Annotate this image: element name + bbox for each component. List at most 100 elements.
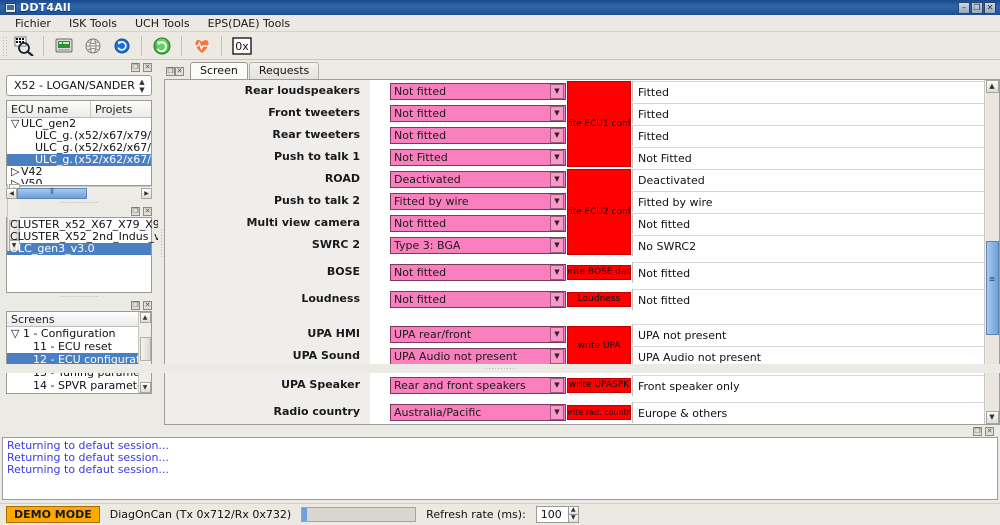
ecu-globe-icon[interactable] xyxy=(80,34,105,58)
write-ecu2-config-button[interactable]: write ECU2 config xyxy=(567,169,631,255)
scroll-right-icon[interactable]: ▶ xyxy=(141,187,152,199)
toolbar-separator-2 xyxy=(141,35,142,56)
search-ecu-icon[interactable] xyxy=(11,34,36,58)
tab-screen[interactable]: Screen xyxy=(190,62,248,79)
ecu-list[interactable]: ECU name Projets ▽ ULC_gen2 ULC_g... (x5… xyxy=(6,100,152,251)
menu-item-isk-tools[interactable]: ISK Tools xyxy=(60,16,126,31)
table-row[interactable]: ▷ V50 xyxy=(7,178,151,184)
float-panel-icon[interactable]: ❐ xyxy=(973,426,982,436)
chevron-down-icon[interactable]: ▼ xyxy=(550,193,564,209)
chevron-down-icon[interactable]: ▼ xyxy=(550,237,564,253)
refresh-blue-icon[interactable] xyxy=(109,34,134,58)
ecu-list-hscrollbar[interactable]: ◀ ▶ xyxy=(6,186,152,199)
select-front-tweeters[interactable]: Not fitted ▼ xyxy=(390,104,566,122)
sidebar-item-map-selection[interactable]: 15 - Map selection xyxy=(7,392,138,393)
select-push-to-talk-1[interactable]: Not Fitted ▼ xyxy=(390,148,566,166)
scroll-down-icon[interactable]: ▼ xyxy=(139,382,151,393)
connect-green-icon[interactable] xyxy=(149,34,174,58)
ecu-screen-icon[interactable] xyxy=(51,34,76,58)
chevron-down-icon[interactable]: ▼ xyxy=(550,127,564,143)
chevron-down-icon[interactable]: ▼ xyxy=(550,264,564,280)
app-window-icon xyxy=(5,2,16,13)
float-panel-icon[interactable]: ❐ xyxy=(131,206,140,216)
expander-icon[interactable]: ▽ xyxy=(11,118,21,130)
refresh-rate-stepper[interactable]: 100 ▲ ▼ xyxy=(535,506,579,523)
hscroll-thumb[interactable] xyxy=(17,187,87,199)
table-row[interactable]: ULC_g... (x52/x62/x67/ xyxy=(7,154,151,166)
close-panel-icon[interactable]: ✕ xyxy=(143,300,152,310)
select-loudness[interactable]: Not fitted ▼ xyxy=(390,290,566,308)
restore-button[interactable]: ❐ xyxy=(971,1,983,14)
chevron-down-icon[interactable]: ▼ xyxy=(550,215,564,231)
vehicle-select[interactable]: X52 - LOGAN/SANDERO II ▲▼ xyxy=(6,75,152,96)
refresh-rate-input[interactable]: 100 xyxy=(535,506,568,523)
scroll-thumb[interactable] xyxy=(985,241,999,335)
expander-icon[interactable]: ▽ xyxy=(11,327,19,340)
tab-requests[interactable]: Requests xyxy=(248,62,320,79)
select-upa-sound[interactable]: UPA Audio not present ▼ xyxy=(390,347,566,365)
sidebar-item-spvr-parameters[interactable]: 14 - SPVR parameters xyxy=(7,379,138,392)
horizontal-splitter[interactable] xyxy=(0,364,1000,373)
write-upaspk-button[interactable]: write UPASPK xyxy=(567,377,631,393)
float-panel-icon[interactable]: ❐ xyxy=(131,300,140,310)
select-swrc-2[interactable]: Type 3: BGA ▼ xyxy=(390,236,566,254)
minimize-button[interactable]: – xyxy=(958,1,970,14)
close-panel-icon[interactable]: ✕ xyxy=(143,62,152,72)
select-multi-view-camera[interactable]: Not fitted ▼ xyxy=(390,214,566,232)
menu-item-eps-dae-tools[interactable]: EPS(DAE) Tools xyxy=(199,16,300,31)
hex-icon[interactable]: 0x xyxy=(229,34,254,58)
scroll-up-icon[interactable]: ▲ xyxy=(985,80,999,93)
expander-icon[interactable]: ▷ xyxy=(11,178,21,184)
stepper-up-icon[interactable]: ▲ xyxy=(567,506,579,514)
scroll-thumb[interactable] xyxy=(139,337,151,361)
chevron-down-icon[interactable]: ▼ xyxy=(550,149,564,165)
close-panel-icon[interactable]: ✕ xyxy=(175,67,184,76)
scroll-left-icon[interactable]: ◀ xyxy=(6,187,17,199)
select-bose[interactable]: Not fitted ▼ xyxy=(390,263,566,281)
write-loudness-button[interactable]: Loudness xyxy=(567,291,631,307)
select-radio-country[interactable]: Australia/Pacific ▼ xyxy=(390,403,566,421)
chevron-down-icon[interactable]: ▼ xyxy=(550,291,564,307)
close-panel-icon[interactable]: ✕ xyxy=(985,426,994,436)
select-upa-speaker[interactable]: Rear and front speakers ▼ xyxy=(390,376,566,394)
table-row[interactable]: ▷ V42 xyxy=(7,166,151,178)
sidebar-item-configuration[interactable]: ▽ 1 - Configuration xyxy=(7,327,138,340)
log-output[interactable]: Returning to defaut session... Returning… xyxy=(2,437,998,500)
chevron-down-icon[interactable]: ▼ xyxy=(550,105,564,121)
menu-item-fichier[interactable]: Fichier xyxy=(6,16,60,31)
chevron-down-icon[interactable]: ▼ xyxy=(550,348,564,364)
menu-item-uch-tools[interactable]: UCH Tools xyxy=(126,16,199,31)
heartbeat-icon[interactable] xyxy=(189,34,214,58)
toolbar-grip[interactable] xyxy=(2,35,9,56)
select-upa-hmi[interactable]: UPA rear/front ▼ xyxy=(390,325,566,343)
expander-icon[interactable]: ▷ xyxy=(11,166,21,178)
select-rear-loudspeakers[interactable]: Not fitted ▼ xyxy=(390,82,566,100)
log-line: Returning to defaut session... xyxy=(7,463,169,476)
list-item[interactable]: ULC_gen3_v3.0 xyxy=(7,243,151,255)
stepper-down-icon[interactable]: ▼ xyxy=(567,514,579,523)
version-list[interactable]: CLUSTER_x52_X67_X79_X92_v4.6 CLUSTER_X52… xyxy=(6,217,196,293)
select-value: Not fitted xyxy=(394,292,447,306)
write-ecu1-config-button[interactable]: write ECU1 config xyxy=(567,81,631,167)
screens-list[interactable]: Screens ▽ 1 - Configuration 11 - ECU res… xyxy=(6,311,152,394)
write-upa-button[interactable]: write UPA xyxy=(567,326,631,366)
scroll-down-icon[interactable]: ▼ xyxy=(985,411,999,424)
close-panel-icon[interactable]: ✕ xyxy=(143,206,152,216)
select-push-to-talk-2[interactable]: Fitted by wire ▼ xyxy=(390,192,566,210)
screens-scrollbar[interactable]: ▲ ▼ xyxy=(138,312,151,393)
write-radio-country-button[interactable]: write rad. country xyxy=(567,404,631,420)
stepper-buttons[interactable]: ▲ ▼ xyxy=(567,506,579,523)
select-road[interactable]: Deactivated ▼ xyxy=(390,170,566,188)
chevron-down-icon[interactable]: ▼ xyxy=(550,377,564,393)
scroll-up-icon[interactable]: ▲ xyxy=(139,312,151,323)
chevron-down-icon[interactable]: ▼ xyxy=(550,404,564,420)
chevron-down-icon[interactable]: ▼ xyxy=(550,326,564,342)
chevron-down-icon[interactable]: ▼ xyxy=(550,171,564,187)
close-button[interactable]: ✕ xyxy=(984,1,996,14)
float-panel-icon[interactable]: ❐ xyxy=(166,67,175,76)
write-bose-data-button[interactable]: write BOSE data xyxy=(567,264,631,280)
chevron-down-icon[interactable]: ▼ xyxy=(550,83,564,99)
float-panel-icon[interactable]: ❐ xyxy=(131,62,140,72)
select-rear-tweeters[interactable]: Not fitted ▼ xyxy=(390,126,566,144)
sidebar-item-ecu-reset[interactable]: 11 - ECU reset xyxy=(7,340,138,353)
